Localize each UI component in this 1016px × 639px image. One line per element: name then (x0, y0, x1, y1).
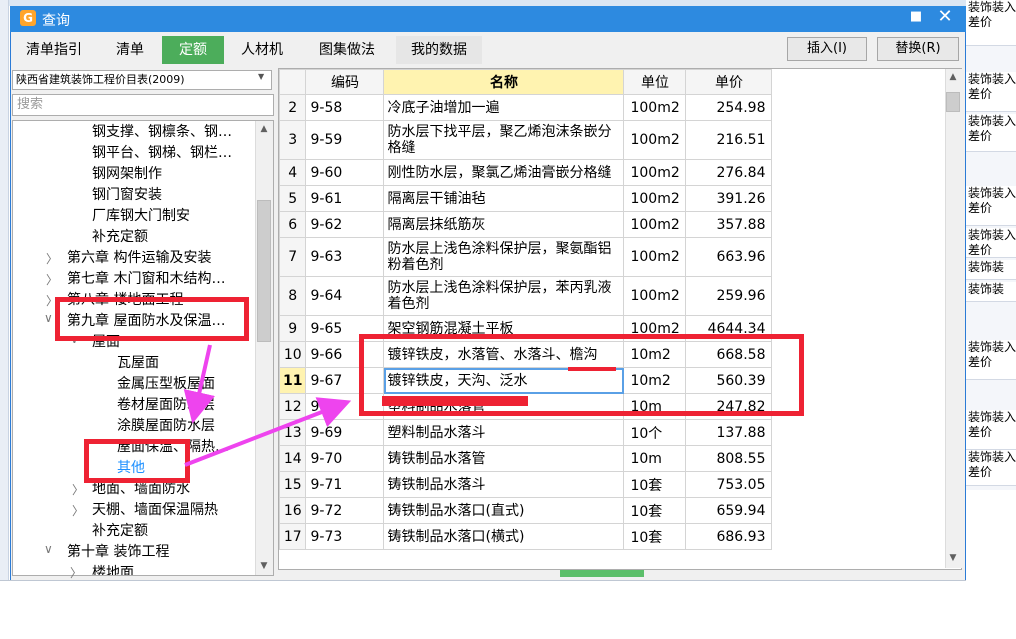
annotation-arrows (183, 344, 352, 467)
annotation-arrow-down (183, 344, 215, 424)
annotation-arrow-right (184, 397, 352, 467)
